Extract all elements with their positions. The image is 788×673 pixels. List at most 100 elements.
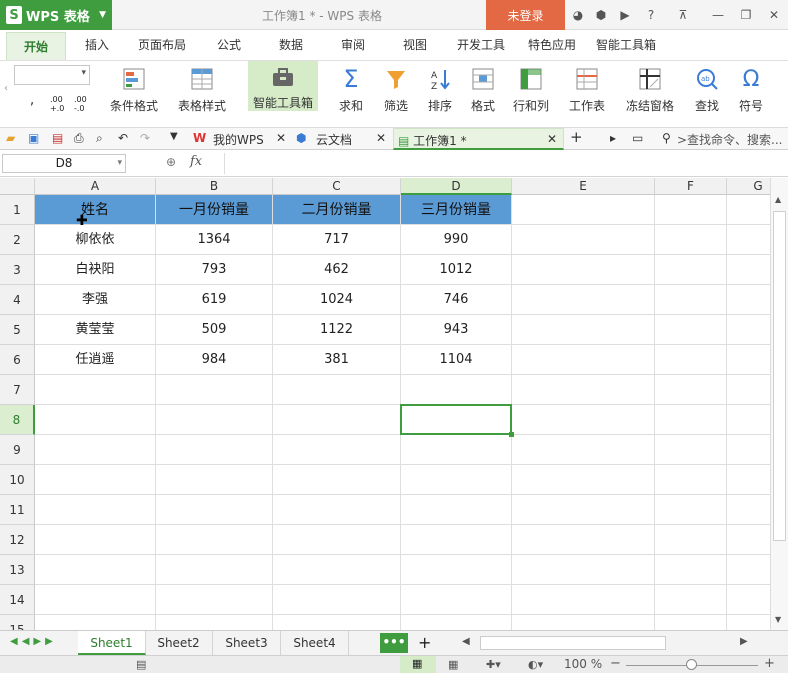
cell-b10[interactable]	[156, 465, 273, 495]
cell-c13[interactable]	[273, 555, 401, 585]
table-cell[interactable]: 793	[156, 255, 273, 285]
zoom-out-icon[interactable]: −	[610, 656, 621, 671]
table-cell[interactable]: 1122	[273, 315, 401, 345]
formula-input[interactable]	[224, 153, 784, 174]
cell-d7[interactable]	[401, 375, 512, 405]
cell-d15[interactable]	[401, 615, 512, 630]
cell-b8[interactable]	[156, 405, 273, 435]
cube-icon[interactable]: ⬢	[593, 7, 609, 23]
cell-f11[interactable]	[655, 495, 727, 525]
cell-e14[interactable]	[512, 585, 655, 615]
cell-b11[interactable]	[156, 495, 273, 525]
cell-e3[interactable]	[512, 255, 655, 285]
cell-g12[interactable]	[727, 525, 770, 555]
cell-f13[interactable]	[655, 555, 727, 585]
cell-b9[interactable]	[156, 435, 273, 465]
zoom-in-icon[interactable]: +	[764, 656, 775, 671]
cell-g5[interactable]	[727, 315, 770, 345]
table-cell[interactable]: 619	[156, 285, 273, 315]
cell-f2[interactable]	[655, 225, 727, 255]
tab-home[interactable]: 开始	[6, 32, 67, 60]
cell-a15[interactable]	[35, 615, 156, 630]
cell-f4[interactable]	[655, 285, 727, 315]
cell-f15[interactable]	[655, 615, 727, 630]
tab-page-layout[interactable]: 页面布局	[138, 36, 186, 53]
cell-d13[interactable]	[401, 555, 512, 585]
close-icon[interactable]: ✕	[276, 131, 286, 145]
find-button[interactable]: ab 查找	[687, 63, 727, 119]
skin-icon[interactable]: ◕	[570, 7, 586, 23]
cell-e4[interactable]	[512, 285, 655, 315]
cell-f10[interactable]	[655, 465, 727, 495]
cell-f8[interactable]	[655, 405, 727, 435]
sheet-tab-sheet1[interactable]: Sheet1	[78, 631, 146, 655]
cell-d14[interactable]	[401, 585, 512, 615]
table-cell[interactable]: 李强	[35, 285, 156, 315]
screen-record-icon[interactable]: ▸	[610, 131, 616, 145]
close-icon[interactable]: ✕	[376, 131, 386, 145]
cell-c15[interactable]	[273, 615, 401, 630]
cell-e2[interactable]	[512, 225, 655, 255]
cell-e6[interactable]	[512, 345, 655, 375]
cell-f6[interactable]	[655, 345, 727, 375]
table-header-cell[interactable]: 一月份销量	[156, 195, 273, 225]
minimize-icon[interactable]: —	[710, 7, 726, 23]
table-cell[interactable]: 1024	[273, 285, 401, 315]
sheet-tab-sheet3[interactable]: Sheet3	[213, 631, 281, 655]
cell-g9[interactable]	[727, 435, 770, 465]
zoom-slider-thumb[interactable]	[686, 659, 697, 670]
table-cell[interactable]: 任逍遥	[35, 345, 156, 375]
function-icon[interactable]: fx	[190, 154, 202, 169]
tab-special[interactable]: 特色应用	[528, 36, 576, 53]
more-sheets-button[interactable]: •••	[380, 633, 408, 653]
cell-g15[interactable]	[727, 615, 770, 630]
cell-d11[interactable]	[401, 495, 512, 525]
cell-a12[interactable]	[35, 525, 156, 555]
chat-icon[interactable]: ▭	[632, 131, 643, 145]
scroll-down-icon[interactable]: ▼	[775, 615, 781, 624]
cell-g11[interactable]	[727, 495, 770, 525]
cell-g6[interactable]	[727, 345, 770, 375]
save-icon[interactable]: ▣	[28, 131, 39, 145]
export-pdf-icon[interactable]: ▤	[52, 131, 63, 145]
cell-a10[interactable]	[35, 465, 156, 495]
restore-icon[interactable]: ❐	[738, 7, 754, 23]
cell-e10[interactable]	[512, 465, 655, 495]
tab-data[interactable]: 数据	[279, 36, 303, 53]
print-icon[interactable]: ⎙	[74, 131, 84, 146]
cell-e9[interactable]	[512, 435, 655, 465]
cell-e1[interactable]	[512, 195, 655, 225]
row-header-3[interactable]: 3	[0, 255, 35, 285]
tab-smart-toolbox[interactable]: 智能工具箱	[596, 36, 656, 53]
cell-b13[interactable]	[156, 555, 273, 585]
conditional-format-button[interactable]: 条件格式	[104, 63, 164, 119]
cell-b14[interactable]	[156, 585, 273, 615]
spreadsheet-grid[interactable]: A B C D E F G 1 姓名 一月份销量 二月份销量 三月份销量 2 柳依依 1364 717 990 3…	[0, 178, 770, 630]
increase-decimal-button[interactable]: .00 +.0	[50, 95, 68, 113]
table-cell[interactable]: 509	[156, 315, 273, 345]
cell-e8[interactable]	[512, 405, 655, 435]
row-header-1[interactable]: 1	[0, 195, 35, 225]
ribbon-scroll-left-icon[interactable]: ‹	[4, 83, 8, 94]
row-header-14[interactable]: 14	[0, 585, 35, 615]
table-cell[interactable]: 黄莹莹	[35, 315, 156, 345]
scroll-right-icon[interactable]: ▶	[740, 636, 748, 647]
row-header-10[interactable]: 10	[0, 465, 35, 495]
app-menu-button[interactable]: S WPS 表格 ▼	[0, 0, 112, 30]
table-cell[interactable]: 943	[401, 315, 512, 345]
cell-a14[interactable]	[35, 585, 156, 615]
new-tab-icon[interactable]: +	[570, 128, 583, 146]
filter-button[interactable]: 筛选	[376, 63, 416, 119]
freeze-pane-button[interactable]: 冻结窗格	[620, 63, 680, 119]
cell-b7[interactable]	[156, 375, 273, 405]
table-header-cell[interactable]: 姓名	[35, 195, 156, 225]
tab-formula[interactable]: 公式	[217, 36, 241, 53]
scroll-left-icon[interactable]: ◀	[462, 636, 470, 647]
cell-a9[interactable]	[35, 435, 156, 465]
cell-f12[interactable]	[655, 525, 727, 555]
cell-e12[interactable]	[512, 525, 655, 555]
tab-current-workbook[interactable]: ▤ 工作簿1 * ✕	[393, 128, 564, 150]
cell-c11[interactable]	[273, 495, 401, 525]
row-header-2[interactable]: 2	[0, 225, 35, 255]
row-column-button[interactable]: 行和列	[508, 63, 554, 119]
